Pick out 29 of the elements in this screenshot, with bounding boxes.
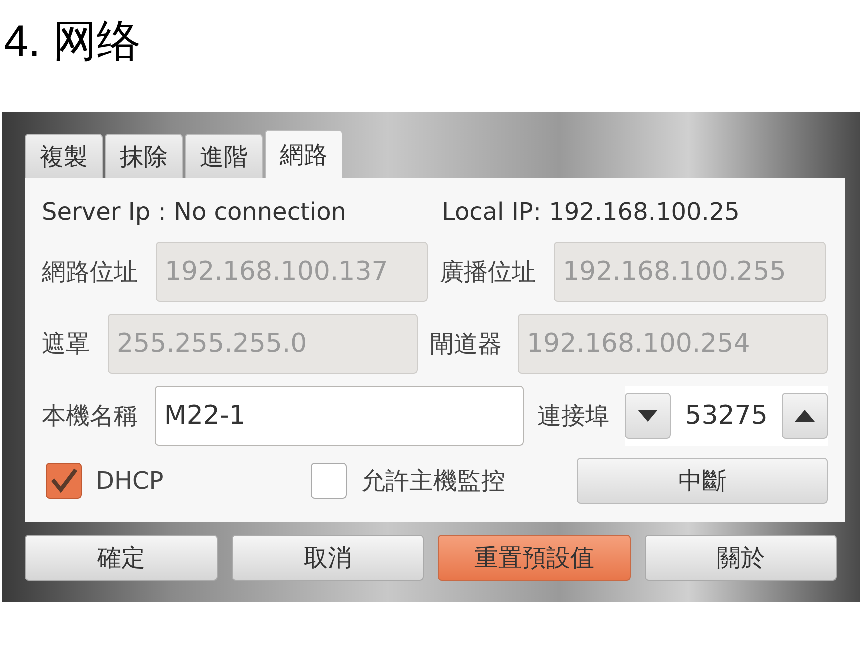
disconnect-button[interactable]: 中斷 [576,458,828,504]
checkbox-label: DHCP [96,466,164,497]
tab[interactable]: 網路 [265,130,343,178]
checkbox-label: 允許主機監控 [361,466,506,497]
local-ip: Local IP: 192.168.100.25 [442,197,740,228]
dialog-button[interactable]: 關於 [644,535,837,581]
field-label: 網路位址 [42,257,139,288]
increment-button[interactable] [782,393,828,439]
text-field[interactable]: M22-1 [155,386,524,446]
tab[interactable]: 抹除 [105,134,183,178]
tab[interactable]: 複製 [25,134,103,178]
dialog-button[interactable]: 確定 [25,535,218,581]
field-label: 遮罩 [42,329,91,360]
up-triangle-icon [794,410,815,422]
checkbox[interactable] [46,463,82,499]
field-label: 廣播位址 [440,257,537,288]
port-value: 53275 [684,400,769,432]
server-status: Server Ip : No connection [42,197,348,228]
page-heading: 4. 网络 [3,16,142,68]
field-label: 連接埠 [538,401,610,432]
field-label: 本機名稱 [42,401,139,432]
checkmark-icon [49,466,79,496]
checkbox[interactable] [311,463,348,499]
dialog-button[interactable]: 重置預設值 [438,535,630,581]
decrement-button[interactable] [625,393,672,439]
down-triangle-icon [638,410,658,422]
tab[interactable]: 進階 [185,134,263,178]
field-label: 閘道器 [430,329,503,360]
dialog-button[interactable]: 取消 [232,535,424,581]
